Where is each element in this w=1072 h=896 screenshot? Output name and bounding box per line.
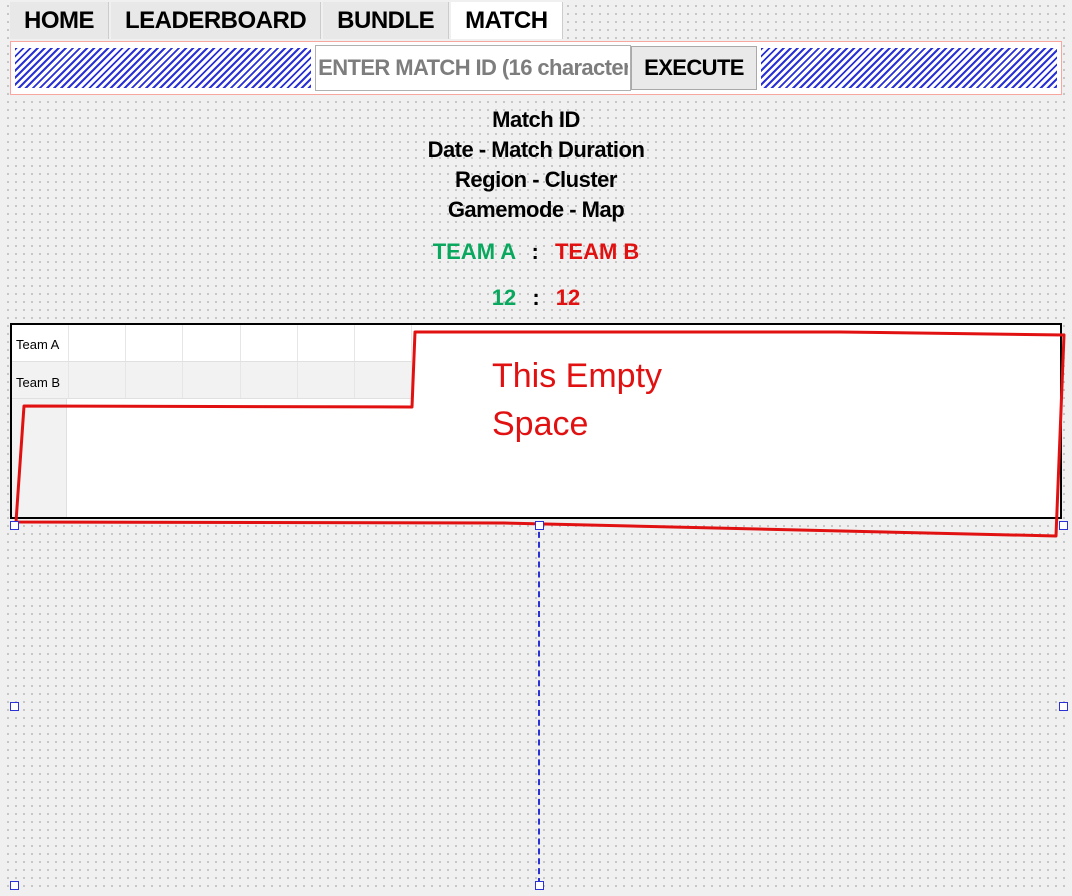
tab-leaderboard[interactable]: LEADERBOARD [111, 2, 321, 39]
teams-row: TEAM A : TEAM B [4, 239, 1068, 265]
match-meta: Match ID Date - Match Duration Region - … [4, 105, 1068, 225]
selection-handle [1059, 521, 1068, 530]
meta-date-duration: Date - Match Duration [4, 135, 1068, 165]
grid-side-column [12, 399, 67, 517]
selection-handle [10, 881, 19, 890]
selection-handle [10, 702, 19, 711]
annotation-text-line1: This Empty [492, 354, 662, 398]
annotation-text-line2: Space [492, 402, 588, 446]
designer-vertical-guide [538, 522, 540, 884]
spacer-left [15, 48, 311, 88]
tab-strip: HOME LEADERBOARD BUNDLE MATCH [4, 2, 1068, 39]
meta-mode-map: Gamemode - Map [4, 195, 1068, 225]
grid-row-team-a: Team A [16, 337, 59, 352]
spacer-right [761, 48, 1057, 88]
selection-handle [535, 881, 544, 890]
match-id-row: EXECUTE [10, 41, 1062, 95]
selection-handle [535, 521, 544, 530]
execute-button[interactable]: EXECUTE [631, 46, 757, 90]
team-separator: : [532, 239, 539, 264]
tab-bundle[interactable]: BUNDLE [323, 2, 449, 39]
meta-match-id: Match ID [4, 105, 1068, 135]
selection-handle [10, 521, 19, 530]
grid-row-team-b: Team B [16, 375, 60, 390]
grid-cells [12, 325, 412, 399]
team-a-label: TEAM A [433, 239, 516, 264]
tab-match[interactable]: MATCH [451, 2, 562, 39]
match-id-input[interactable] [315, 45, 631, 91]
score-b: 12 [556, 285, 580, 310]
tab-home[interactable]: HOME [10, 2, 109, 39]
score-separator: : [532, 285, 539, 310]
meta-region-cluster: Region - Cluster [4, 165, 1068, 195]
score-a: 12 [492, 285, 516, 310]
score-row: 12 : 12 [4, 285, 1068, 311]
team-b-label: TEAM B [555, 239, 639, 264]
selection-handle [1059, 702, 1068, 711]
